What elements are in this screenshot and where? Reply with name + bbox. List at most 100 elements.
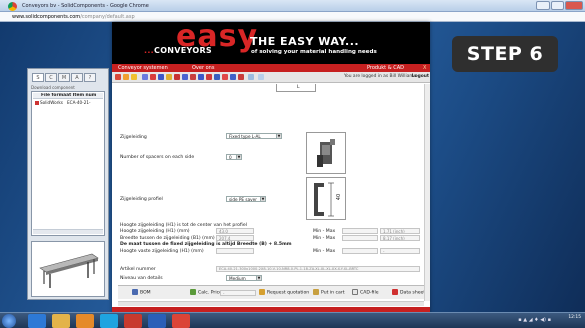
zijgeleiding-value: Fixed type L-AL [229,134,261,139]
info-icon[interactable] [230,74,236,80]
taskbar: ▪ ▲ ◢ ♦ ◀) ▪ 12:15 [0,312,585,328]
zijgeleiding-select[interactable]: Fixed type L-AL ▼ [226,133,282,139]
detail-select[interactable]: Medium ▼ [226,275,262,281]
back-icon[interactable] [123,74,129,80]
refresh-icon[interactable] [258,74,264,80]
profiel-select[interactable]: side PE saver ▼ [226,196,266,202]
b1-max-field[interactable]: 8.17 (inch) [380,235,420,241]
solidworks-icon[interactable] [124,314,142,328]
data-sheet-label: Data sheet [400,290,426,296]
spacers-label: Number of spacers on each side [120,155,195,160]
h1-field[interactable]: 43.0 [216,228,254,234]
calc-price-button[interactable]: Calc. Price [190,289,222,298]
model-icon[interactable] [150,74,156,80]
b1-min-field[interactable] [342,235,378,241]
data-sheet-button[interactable]: Data sheet [392,289,425,298]
site-banner: easy ...CONVEYORS THE EASY WAY... of sol… [112,19,430,64]
tool-icon[interactable] [190,74,196,80]
skype-icon[interactable] [100,314,118,328]
address-bar[interactable]: www.solidcomponents.com/company/default.… [0,12,585,22]
home-icon[interactable] [115,74,121,80]
logo-conveyors: ...CONVEYORS [144,46,212,55]
logo-dots: ... [144,46,155,55]
calc-price-label: Calc. Price [198,290,222,296]
h1-max-field[interactable]: 1.71 (inch) [380,228,420,234]
maximize-button[interactable] [551,1,564,10]
panel-tab-5[interactable]: ? [84,73,96,82]
view-icon[interactable] [142,74,148,80]
configuration-form: L Zijgeleiding Fixed type L-AL ▼ Number o… [118,84,424,266]
article-number-field[interactable]: ECA-40-21-300x1000-2X8-10-V-10-NR8-0-PL-… [216,266,420,272]
zoom-icon[interactable] [248,74,254,80]
dimension-image-top: L [276,84,316,92]
h1-min-field[interactable] [342,228,378,234]
horizontal-scrollbar[interactable] [118,301,424,306]
vertical-scrollbar[interactable] [424,84,430,301]
help-icon[interactable] [238,74,244,80]
logout-link[interactable]: Logout [412,74,429,79]
save-icon[interactable] [158,74,164,80]
calculator-icon [190,289,196,295]
put-in-cart-button[interactable]: Put in cart [313,289,345,298]
panel-title: Download component [31,85,75,90]
price-field: - [220,290,256,296]
file-row-item: ECA-40-21- [67,100,91,105]
h1-fixed-max-field[interactable]: - [380,248,420,254]
word-icon[interactable] [148,314,166,328]
layout-icon[interactable] [198,74,204,80]
panel-tab-4[interactable]: A [71,73,83,82]
chrome-icon [8,2,17,11]
download-panel: S C M A ? Download component File formaa… [27,68,109,300]
panel-tab-2[interactable]: C [45,73,57,82]
cad-file-button[interactable]: CAD-file [352,289,379,298]
b1-field[interactable]: 207.4 [216,235,254,241]
chevron-down-icon: ▼ [260,197,265,201]
settings-icon[interactable] [182,74,188,80]
h1-fixed-label: Hoogte vaste zijgeleiding (H1) (mm) [120,249,204,254]
menu-over-ons[interactable]: Over ons [192,64,214,72]
menu-close-icon[interactable]: X [423,64,426,72]
menu-produkt-cad[interactable]: Produkt & CAD [367,64,404,72]
step-badge: STEP 6 [452,36,558,72]
b1-label: Breedte tussen de zijgeleiding (B1) (mm) [120,236,215,241]
folder-icon[interactable] [131,74,137,80]
put-in-cart-label: Put in cart [321,290,345,296]
spacers-select[interactable]: 0 ▼ [226,154,242,160]
media-icon[interactable] [76,314,94,328]
menu-conveyor-systemen[interactable]: Conveyor systemen [118,64,168,72]
url-text[interactable]: www.solidcomponents.com/company/default.… [12,14,135,20]
request-quotation-label: Request quotation [267,290,310,296]
url-path: /company/default.asp [80,14,135,20]
tagline: THE EASY WAY... [250,35,360,48]
request-quotation-button[interactable]: Request quotation [259,289,309,298]
component-thumbnail [31,241,105,297]
file-list-header: File formaat Item num [33,93,103,99]
file-row-solidworks[interactable]: SolidWorks ECA-40-21- [33,100,103,106]
chevron-down-icon: ▼ [236,155,241,159]
pdf-icon [392,289,398,295]
system-tray-icons[interactable]: ▪ ▲ ◢ ♦ ◀) ▪ [518,317,551,323]
minimize-button[interactable] [536,1,550,10]
add-icon[interactable] [222,74,228,80]
file-row-name: SolidWorks [40,100,63,105]
panel-tab-1[interactable]: S [32,73,44,82]
file-list-scrollbar[interactable] [33,229,103,234]
panel-tab-3[interactable]: M [58,73,70,82]
bom-button[interactable]: BOM [132,289,151,298]
ie-icon[interactable] [28,314,46,328]
start-button[interactable] [2,314,16,328]
close-window-button[interactable] [565,1,583,10]
open-icon[interactable] [166,74,172,80]
taskbar-clock[interactable]: 12:15 [568,315,581,320]
bom-icon [132,289,138,295]
print-icon[interactable] [174,74,180,80]
h1-fixed-field[interactable] [216,248,254,254]
h1-fixed-min-field[interactable] [342,248,378,254]
window-title: Conveyors bv - SolidComponents - Google … [22,3,149,9]
grid-icon[interactable] [214,74,220,80]
delete-icon[interactable] [206,74,212,80]
explorer-icon[interactable] [52,314,70,328]
chrome-taskbar-icon[interactable] [172,314,190,328]
cart-icon [313,289,319,295]
guide-bracket-icon [317,139,335,167]
